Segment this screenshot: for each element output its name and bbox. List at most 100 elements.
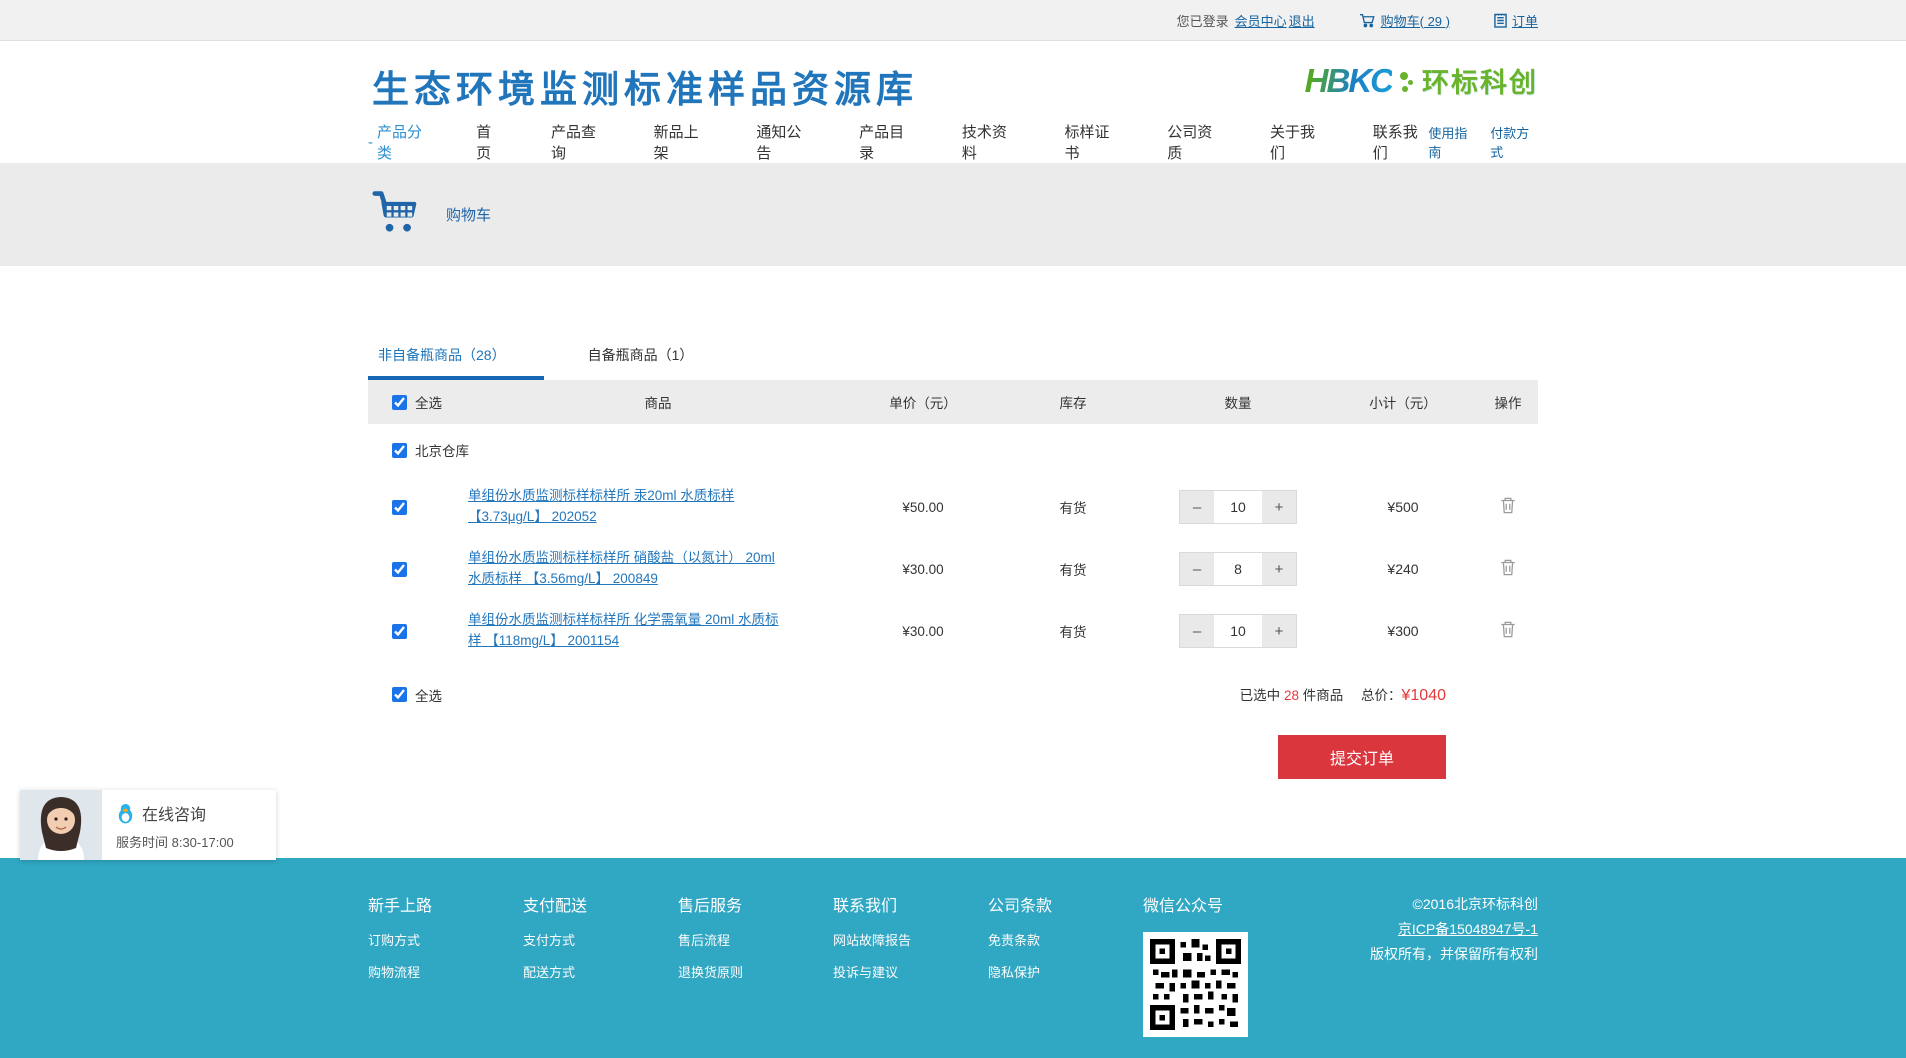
nav-item-product-categories[interactable]: - 产品分类 xyxy=(368,121,432,163)
quantity-input[interactable] xyxy=(1214,553,1262,585)
quantity-decrease-button[interactable]: – xyxy=(1180,615,1214,647)
item-subtotal: ¥300 xyxy=(1328,623,1478,639)
delete-item-button[interactable] xyxy=(1500,559,1516,576)
col-header-stock: 库存 xyxy=(998,392,1148,412)
login-status-text: 您已登录 xyxy=(1177,11,1229,30)
cart-link[interactable]: 购物车( 29 ) xyxy=(1381,11,1450,30)
cart-item-row: 单组份水质监测标样标样所 硝酸盐（以氮计） 20ml 水质标样 【3.56mg/… xyxy=(368,538,1538,600)
footer-link[interactable]: 网站故障报告 xyxy=(833,930,988,949)
item-stock-status: 有货 xyxy=(998,621,1148,641)
quantity-input[interactable] xyxy=(1214,491,1262,523)
footer-link[interactable]: 免责条款 xyxy=(988,930,1143,949)
col-header-quantity: 数量 xyxy=(1148,392,1328,412)
delete-item-button[interactable] xyxy=(1500,621,1516,638)
col-header-product: 商品 xyxy=(468,392,848,412)
quantity-increase-button[interactable]: + xyxy=(1262,615,1296,647)
quantity-input[interactable] xyxy=(1214,615,1262,647)
user-guide-link[interactable]: 使用指南 xyxy=(1428,123,1476,161)
logout-link[interactable]: 退出 xyxy=(1289,11,1315,30)
company-logo: HBKC 环标科创 xyxy=(1305,61,1538,100)
logo-text-cn: 环标科创 xyxy=(1422,61,1538,100)
item-stock-status: 有货 xyxy=(998,497,1148,517)
footer-copyright: ©2016北京环标科创 京ICP备15048947号-1 版权所有，并保留所有权… xyxy=(1328,892,1538,1037)
chat-title: 在线咨询 xyxy=(142,801,206,825)
main-nav: - 产品分类 首页 产品查询 新品上架 通知公告 产品目录 技术资料 标样证书 … xyxy=(368,121,1538,163)
logo-dots-decoration xyxy=(1400,70,1414,100)
cart-table-header: 全选 商品 单价（元） 库存 数量 小计（元） 操作 xyxy=(368,380,1538,424)
rights-line: 版权所有，并保留所有权利 xyxy=(1328,942,1538,967)
item-checkbox[interactable] xyxy=(392,624,407,639)
product-link[interactable]: 单组份水质监测标样标样所 汞20ml 水质标样 【3.73μg/L】 20205… xyxy=(468,486,788,528)
cart-item-row: 单组份水质监测标样标样所 化学需氧量 20ml 水质标样 【118mg/L】 2… xyxy=(368,600,1538,662)
cart-main: 非自备瓶商品（28） 自备瓶商品（1） 全选 商品 单价（元） 库存 数量 小计… xyxy=(368,266,1538,779)
col-header-subtotal: 小计（元） xyxy=(1328,392,1478,412)
topbar: 您已登录 会员中心退出 购物车( 29 ) 订单 xyxy=(0,0,1906,41)
tab-self-bottle[interactable]: 自备瓶商品（1） xyxy=(578,334,704,380)
nav-item-product-catalog[interactable]: 产品目录 xyxy=(859,121,915,163)
select-all-checkbox-bottom[interactable] xyxy=(392,687,407,702)
footer-link[interactable]: 配送方式 xyxy=(523,962,678,981)
select-all-checkbox-top[interactable] xyxy=(392,395,407,410)
nav-item-home[interactable]: 首页 xyxy=(476,121,504,163)
orders-link[interactable]: 订单 xyxy=(1512,11,1538,30)
warehouse-row: 北京仓库 xyxy=(368,424,1538,476)
delete-item-button[interactable] xyxy=(1500,497,1516,514)
quantity-increase-button[interactable]: + xyxy=(1262,491,1296,523)
selected-count: 28 xyxy=(1284,688,1299,703)
footer-link[interactable]: 支付方式 xyxy=(523,930,678,949)
icp-license-link[interactable]: 京ICP备15048947号-1 xyxy=(1398,921,1538,937)
nav-item-certificates[interactable]: 标样证书 xyxy=(1065,121,1121,163)
submit-order-button[interactable]: 提交订单 xyxy=(1278,735,1446,779)
cart-banner-icon xyxy=(372,190,420,239)
product-link[interactable]: 单组份水质监测标样标样所 化学需氧量 20ml 水质标样 【118mg/L】 2… xyxy=(468,610,788,652)
item-checkbox[interactable] xyxy=(392,562,407,577)
customer-service-photo xyxy=(20,790,102,860)
cart-summary-row: 全选 已选中 28 件商品 总价：¥1040 xyxy=(368,662,1538,705)
nav-highlight-dash: - xyxy=(368,134,373,151)
logo-text-en: HBKC xyxy=(1305,62,1392,100)
cart-item-row: 单组份水质监测标样标样所 汞20ml 水质标样 【3.73μg/L】 20205… xyxy=(368,476,1538,538)
quantity-increase-button[interactable]: + xyxy=(1262,553,1296,585)
item-unit-price: ¥50.00 xyxy=(848,500,998,515)
col-header-action: 操作 xyxy=(1478,392,1538,412)
cart-tabs: 非自备瓶商品（28） 自备瓶商品（1） xyxy=(368,334,1538,380)
quantity-decrease-button[interactable]: – xyxy=(1180,491,1214,523)
footer-col-getting-started: 新手上路 订购方式 购物流程 xyxy=(368,892,523,1037)
member-center-link[interactable]: 会员中心 xyxy=(1235,11,1287,30)
nav-item-about-us[interactable]: 关于我们 xyxy=(1270,121,1326,163)
item-stock-status: 有货 xyxy=(998,559,1148,579)
quantity-stepper: – + xyxy=(1179,552,1297,586)
nav-item-technical-docs[interactable]: 技术资料 xyxy=(962,121,1018,163)
nav-item-notices[interactable]: 通知公告 xyxy=(756,121,812,163)
page-title: 生态环境监测标准样品资源库 xyxy=(372,59,918,113)
item-unit-price: ¥30.00 xyxy=(848,624,998,639)
wechat-title: 微信公众号 xyxy=(1143,892,1328,916)
total-value: ¥1040 xyxy=(1402,687,1447,704)
nav-item-new-products[interactable]: 新品上架 xyxy=(654,121,710,163)
quantity-stepper: – + xyxy=(1179,614,1297,648)
warehouse-checkbox[interactable] xyxy=(392,443,407,458)
footer-link[interactable]: 隐私保护 xyxy=(988,962,1143,981)
footer-col-contact: 联系我们 网站故障报告 投诉与建议 xyxy=(833,892,988,1037)
footer-link[interactable]: 售后流程 xyxy=(678,930,833,949)
footer-link[interactable]: 订购方式 xyxy=(368,930,523,949)
online-chat-widget[interactable]: 在线咨询 服务时间 8:30-17:00 xyxy=(20,790,276,860)
item-unit-price: ¥30.00 xyxy=(848,562,998,577)
footer-link[interactable]: 购物流程 xyxy=(368,962,523,981)
nav-item-contact-us[interactable]: 联系我们 xyxy=(1373,121,1429,163)
tab-non-self-bottle[interactable]: 非自备瓶商品（28） xyxy=(368,334,544,380)
nav-item-product-query[interactable]: 产品查询 xyxy=(551,121,607,163)
trash-icon xyxy=(1500,621,1516,638)
footer-link[interactable]: 投诉与建议 xyxy=(833,962,988,981)
warehouse-label: 北京仓库 xyxy=(415,440,469,460)
product-link[interactable]: 单组份水质监测标样标样所 硝酸盐（以氮计） 20ml 水质标样 【3.56mg/… xyxy=(468,548,788,590)
orders-icon xyxy=(1494,13,1507,28)
total-label: 总价： xyxy=(1361,688,1402,703)
item-checkbox[interactable] xyxy=(392,500,407,515)
cart-banner-title: 购物车 xyxy=(446,204,491,225)
quantity-decrease-button[interactable]: – xyxy=(1180,553,1214,585)
nav-item-qualifications[interactable]: 公司资质 xyxy=(1167,121,1223,163)
payment-method-link[interactable]: 付款方式 xyxy=(1490,123,1538,161)
select-all-label: 全选 xyxy=(415,392,442,412)
footer-link[interactable]: 退换货原则 xyxy=(678,962,833,981)
